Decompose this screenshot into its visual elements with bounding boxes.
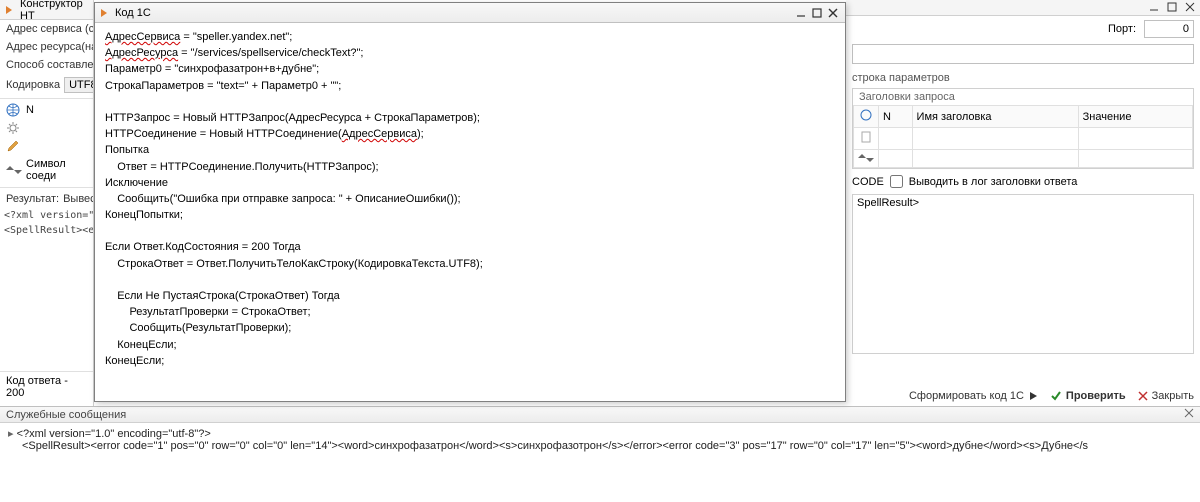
pencil-icon[interactable] (6, 139, 20, 153)
log-headers-label: Выводить в лог заголовки ответа (909, 176, 1078, 188)
port-input[interactable] (1144, 20, 1194, 38)
result-box: SpellResult> (852, 194, 1194, 354)
response-code: Код ответа - 200 (0, 371, 93, 402)
code-window: Код 1С АдресСервиса = "speller.yandex.ne… (94, 2, 846, 402)
n-label: N (26, 104, 34, 116)
xml-preview-2: <SpellResult><error co (0, 223, 93, 238)
port-label: Порт: (1108, 23, 1136, 35)
play-icon (1028, 391, 1038, 401)
globe-icon (859, 108, 873, 122)
resource-input[interactable] (852, 44, 1194, 64)
addr-service-label: Адрес сервиса (с (0, 20, 93, 38)
maximize-icon[interactable] (1164, 0, 1180, 14)
result-label: Результат: (6, 193, 59, 205)
gear-icon[interactable] (6, 121, 20, 135)
th-name: Имя заголовка (912, 106, 1078, 128)
headers-box: Заголовки запроса N Имя заголовка Значен… (852, 88, 1194, 169)
close-icon[interactable] (1182, 0, 1198, 14)
left-title: Конструктор HT (20, 0, 89, 22)
messages-body: <?xml version="1.0" encoding="utf-8"?> <… (0, 423, 1200, 456)
minimize-icon[interactable] (793, 6, 809, 20)
sym-conn-label: Символ соеди (26, 158, 87, 182)
code-window-title: Код 1С (111, 7, 793, 19)
message-line: <SpellResult><error code="1" pos="0" row… (8, 440, 1192, 452)
close-button[interactable]: Закрыть (1138, 390, 1194, 402)
log-headers-checkbox[interactable] (890, 175, 903, 188)
code-editor[interactable]: АдресСервиса = "speller.yandex.net"; Адр… (95, 23, 845, 401)
collapse-icon[interactable] (858, 154, 874, 162)
th-n: N (879, 106, 913, 128)
left-panel: Конструктор HT Адрес сервиса (с Адрес ре… (0, 0, 94, 406)
x-icon (1138, 391, 1148, 401)
encoding-select[interactable]: UTF8 (64, 77, 93, 93)
check-button[interactable]: Проверить (1050, 390, 1126, 402)
th-value: Значение (1078, 106, 1192, 128)
globe-icon (6, 103, 20, 117)
close-icon[interactable] (825, 6, 841, 20)
compose-label: Способ составления з (0, 56, 93, 74)
check-icon (1050, 390, 1062, 402)
minimize-icon[interactable] (1146, 0, 1162, 14)
generate-code-button[interactable]: Сформировать код 1С (909, 390, 1038, 402)
xml-preview-1: <?xml version="1.0" er (0, 208, 93, 223)
caret-icon (99, 7, 111, 19)
caret-icon (4, 4, 16, 16)
right-panel: Порт: строка параметров Заголовки запрос… (846, 0, 1200, 406)
headers-title: Заголовки запроса (853, 89, 1193, 105)
messages-title: Служебные сообщения (6, 409, 1184, 421)
close-messages-icon[interactable] (1184, 408, 1194, 421)
maximize-icon[interactable] (809, 6, 825, 20)
addr-resource-label: Адрес ресурса(начина (0, 38, 93, 56)
result-value: Вывес (63, 193, 93, 205)
collapse-icon[interactable] (6, 166, 22, 174)
params-label: строка параметров (846, 66, 1200, 86)
encoding-label: Кодировка (6, 79, 60, 91)
code-label: CODE (852, 176, 884, 188)
headers-table[interactable]: N Имя заголовка Значение (853, 105, 1193, 168)
page-icon (859, 130, 873, 144)
messages-panel: Служебные сообщения <?xml version="1.0" … (0, 406, 1200, 502)
message-line: <?xml version="1.0" encoding="utf-8"?> (8, 427, 1192, 440)
